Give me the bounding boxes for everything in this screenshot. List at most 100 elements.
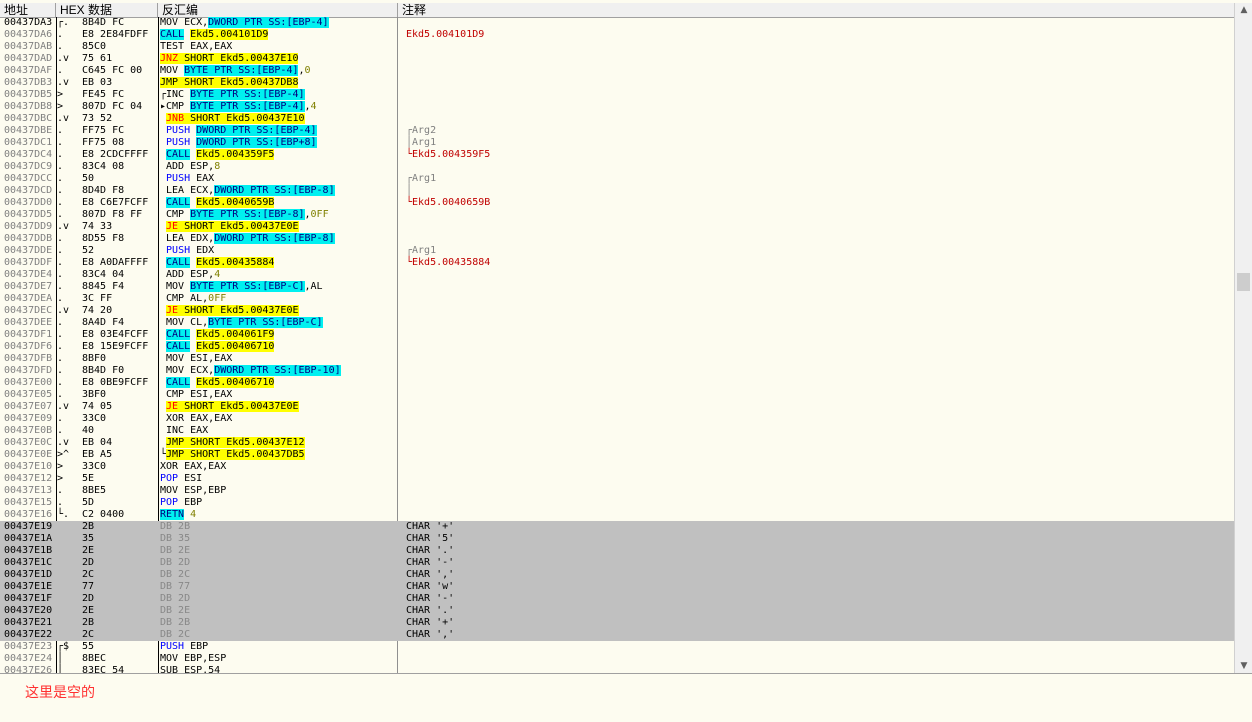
comment-token: CHAR '.' <box>406 605 455 616</box>
row-hex: 2E <box>82 605 95 616</box>
disasm-row[interactable]: 00437E1B 2E DB 2E CHAR '.' <box>0 545 1234 557</box>
row-disassembly: INC EAX <box>160 425 208 437</box>
disasm-row[interactable]: 00437E19 2B DB 2B CHAR '+' <box>0 521 1234 533</box>
disasm-row[interactable]: 00437DE7. 8845 F4 MOV BYTE PTR SS:[EBP-C]… <box>0 281 1234 293</box>
row-hex: 8845 F4 <box>82 281 125 292</box>
disasm-row[interactable]: 00437E05. 3BF0 CMP ESI,EAX <box>0 389 1234 401</box>
header-hex[interactable]: HEX 数据 <box>56 3 158 17</box>
row-hex: FF75 FC <box>82 125 125 136</box>
row-hex: 33C0 <box>82 413 107 424</box>
disasm-row[interactable]: 00437E15. 5D POP EBP <box>0 497 1234 509</box>
row-branch-marker: > <box>57 101 64 112</box>
disasm-row[interactable]: 00437DB3 .v EB 03 JMP SHORT Ekd5.00437DB8 <box>0 77 1234 89</box>
disasm-row[interactable]: 00437DC1. FF75 08 PUSH DWORD PTR SS:[EBP+… <box>0 137 1234 149</box>
row-hex: 85C0 <box>82 41 107 52</box>
disasm-row[interactable]: 00437DDB. 8D55 F8 LEA EDX,DWORD PTR SS:[E… <box>0 233 1234 245</box>
disasm-token: SHORT Ekd5.00437DB5 <box>184 449 305 460</box>
disasm-row[interactable]: 00437E24 │ 8BEC MOV EBP,ESP <box>0 653 1234 665</box>
disasm-token: Ekd5.0040659B <box>196 197 275 208</box>
disasm-token: DB 2C <box>160 569 191 580</box>
disasm-row[interactable]: 00437E00. E8 0BE9FCFF CALL Ekd5.00406710 <box>0 377 1234 389</box>
disasm-row[interactable]: 00437E10 >33C0 XOR EAX,EAX <box>0 461 1234 473</box>
row-disassembly: MOV BYTE PTR SS:[EBP-4],0 <box>160 65 311 77</box>
disasm-row[interactable]: 00437DEA. 3C FF CMP AL,0FF <box>0 293 1234 305</box>
disasm-row[interactable]: 00437DC9. 83C4 08 ADD ESP,8 <box>0 161 1234 173</box>
disasm-row[interactable]: 00437E13. 8BE5 MOV ESP,EBP <box>0 485 1234 497</box>
disasm-row[interactable]: 00437DCC. 50 PUSH EAX ┌Arg1 <box>0 173 1234 185</box>
disasm-row[interactable]: 00437DB8 >807D FC 04 ▸CMP BYTE PTR SS:[EBP… <box>0 101 1234 113</box>
header-address[interactable]: 地址 <box>0 3 56 17</box>
disasm-token: 0 <box>304 65 311 76</box>
disasm-row[interactable]: 00437DB5 > FE45 FC ┌INC BYTE PTR SS:[EBP-4] <box>0 89 1234 101</box>
disasm-row[interactable]: 00437DD5. 807D F8 FF CMP BYTE PTR SS:[EBP… <box>0 209 1234 221</box>
disasm-row[interactable]: 00437E0E >^ EB A5 └JMP SHORT Ekd5.00437DB5 <box>0 449 1234 461</box>
disasm-row[interactable]: 00437E1E 77 DB 77 CHAR 'w' <box>0 581 1234 593</box>
disasm-row[interactable]: 00437E07 .v 74 05 JE SHORT Ekd5.00437E0E <box>0 401 1234 413</box>
disasm-row[interactable]: 00437DFD. 8B4D F0 MOV ECX,DWORD PTR SS:[E… <box>0 365 1234 377</box>
disasm-row[interactable]: 00437DAF. C645 FC 00 MOV BYTE PTR SS:[EBP-… <box>0 65 1234 77</box>
row-address: 00437DB8 <box>4 101 53 112</box>
scrollbar-thumb[interactable] <box>1237 273 1250 291</box>
disasm-row[interactable]: 00437E0B. 40 INC EAX <box>0 425 1234 437</box>
disasm-row[interactable]: 00437E26 │ 83EC 54 SUB ESP,54 <box>0 665 1234 673</box>
disasm-row[interactable]: 00437E23 ┌$ 55 PUSH EBP <box>0 641 1234 653</box>
disassembly-rows[interactable]: 00437DA3 ┌. 8B4D FC MOV ECX,DWORD PTR SS:[E… <box>0 17 1234 673</box>
disasm-row[interactable]: 00437E22 2C DB 2C CHAR ',' <box>0 629 1234 641</box>
disassembly-pane[interactable]: 地址 HEX 数据 反汇编 注释 00437DA3 ┌. 8B4D FC MOV EC… <box>0 0 1252 673</box>
disasm-row[interactable]: 00437DEE. 8A4D F4 MOV CL,BYTE PTR SS:[EBP… <box>0 317 1234 329</box>
disasm-token: Ekd5.004061F9 <box>196 329 275 340</box>
disasm-row[interactable]: 00437E1C 2D DB 2D CHAR '-' <box>0 557 1234 569</box>
row-disassembly: CALL Ekd5.00406710 <box>160 341 275 353</box>
disasm-row[interactable]: 00437E0C .v EB 04 JMP SHORT Ekd5.00437E12 <box>0 437 1234 449</box>
header-disasm[interactable]: 反汇编 <box>158 3 398 17</box>
disasm-row[interactable]: 00437DF1. E8 03E4FCFF CALL Ekd5.004061F9 <box>0 329 1234 341</box>
disasm-row[interactable]: 00437E21 2B DB 2B CHAR '+' <box>0 617 1234 629</box>
comment-token: ┌Arg1 <box>406 173 437 184</box>
disasm-row[interactable]: 00437DD9 .v 74 33 JE SHORT Ekd5.00437E0E <box>0 221 1234 233</box>
disasm-row[interactable]: 00437E16 └. C2 0400 RETN 4 <box>0 509 1234 521</box>
disasm-row[interactable]: 00437DEC .v 74 20 JE SHORT Ekd5.00437E0E <box>0 305 1234 317</box>
disasm-row[interactable]: 00437DC4. E8 2CDCFFFF CALL Ekd5.004359F5 └… <box>0 149 1234 161</box>
row-hex: 8B4D F0 <box>82 365 125 376</box>
disasm-row[interactable]: 00437DA3 ┌. 8B4D FC MOV ECX,DWORD PTR SS:[E… <box>0 17 1234 29</box>
disasm-row[interactable]: 00437DDE. 52 PUSH EDX ┌Arg1 <box>0 245 1234 257</box>
row-hex: E8 2E84FDFF <box>82 29 149 40</box>
down-arrow-icon[interactable]: ▼ <box>1235 659 1252 673</box>
disasm-row[interactable]: 00437E1A 35 DB 35 CHAR '5' <box>0 533 1234 545</box>
up-arrow-icon[interactable]: ▲ <box>1235 3 1252 17</box>
disasm-row[interactable]: 00437E12 >5E POP ESI <box>0 473 1234 485</box>
disasm-row[interactable]: 00437DD0. E8 C6E7FCFF CALL Ekd5.0040659B └… <box>0 197 1234 209</box>
disasm-row[interactable]: 00437E1F 2D DB 2D CHAR '-' <box>0 593 1234 605</box>
disasm-row[interactable]: 00437DFB. 8BF0 MOV ESI,EAX <box>0 353 1234 365</box>
row-disassembly: CALL Ekd5.004061F9 <box>160 329 275 341</box>
disasm-token: JNB <box>166 113 185 124</box>
row-disassembly: SUB ESP,54 <box>160 665 220 673</box>
disasm-token: DB 2E <box>160 545 191 556</box>
disasm-row[interactable]: 00437DDF. E8 A0DAFFFF CALL Ekd5.00435884 └… <box>0 257 1234 269</box>
row-disassembly: CMP AL,0FF <box>160 293 226 305</box>
disasm-row[interactable]: 00437DAB. 85C0 TEST EAX,EAX <box>0 41 1234 53</box>
row-hex: C645 FC 00 <box>82 65 143 76</box>
row-branch-marker: . <box>57 257 64 268</box>
disasm-token: DB 2D <box>160 557 191 568</box>
row-branch-marker: . <box>57 365 64 376</box>
disasm-row[interactable]: 00437E1D 2C DB 2C CHAR ',' <box>0 569 1234 581</box>
disasm-row[interactable]: 00437DBE. FF75 FC PUSH DWORD PTR SS:[EBP-… <box>0 125 1234 137</box>
disasm-row[interactable]: 00437E09. 33C0 XOR EAX,EAX <box>0 413 1234 425</box>
row-hex: 2C <box>82 629 95 640</box>
row-hex: 8BF0 <box>82 353 107 364</box>
disasm-row[interactable]: 00437E20 2E DB 2E CHAR '.' <box>0 605 1234 617</box>
disasm-row[interactable]: 00437DCD. 8D4D F8 LEA ECX,DWORD PTR SS:[E… <box>0 185 1234 197</box>
row-hex: E8 2CDCFFFF <box>82 149 149 160</box>
disasm-row[interactable]: 00437DA6. E8 2E84FDFF CALL Ekd5.004101D9 Ek… <box>0 29 1234 41</box>
row-disassembly: CALL Ekd5.004101D9 <box>160 29 269 41</box>
vertical-scrollbar[interactable]: ▲ ▼ <box>1234 3 1252 673</box>
row-address: 00437E0C <box>4 437 53 448</box>
comment-token: │ <box>406 185 413 196</box>
disasm-row[interactable]: 00437DAD .v 75 61 JNZ SHORT Ekd5.00437E10 <box>0 53 1234 65</box>
row-disassembly: ┌INC BYTE PTR SS:[EBP-4] <box>160 89 305 101</box>
disasm-row[interactable]: 00437DF6. E8 15E9FCFF CALL Ekd5.00406710 <box>0 341 1234 353</box>
header-comment[interactable]: 注释 <box>398 3 1234 17</box>
disasm-row[interactable]: 00437DE4. 83C4 04 ADD ESP,4 <box>0 269 1234 281</box>
disasm-row[interactable]: 00437DBC .v 73 52 JNB SHORT Ekd5.00437E10 <box>0 113 1234 125</box>
